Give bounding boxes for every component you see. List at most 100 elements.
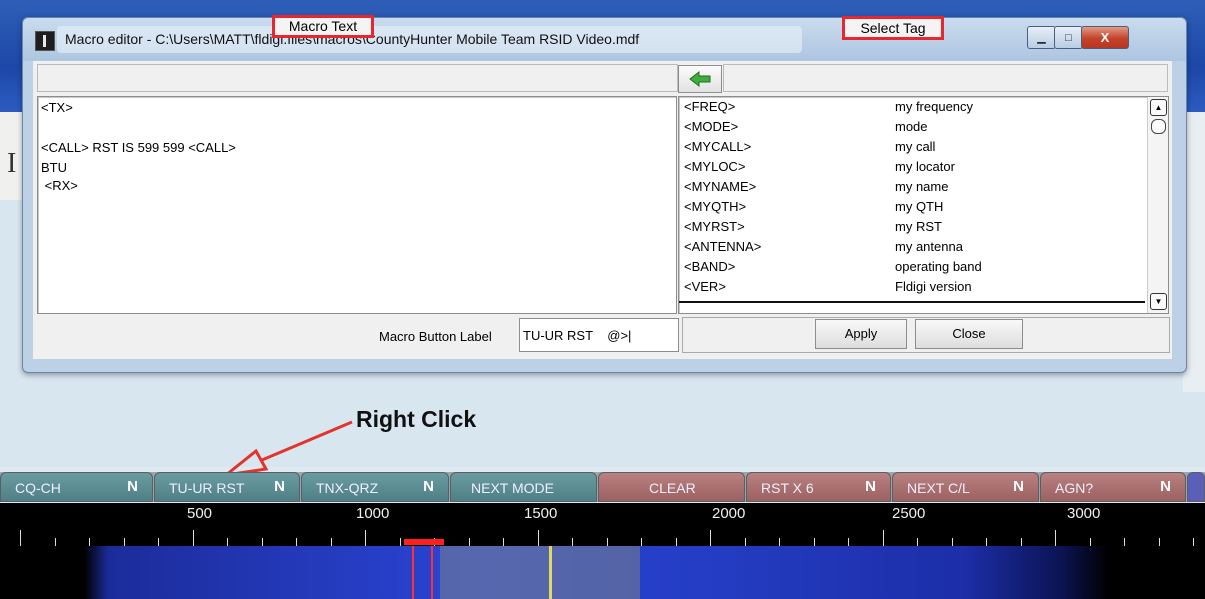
macro-text-area[interactable]: <TX> <CALL> RST IS 599 599 <CALL> BTU <R… [37, 96, 677, 314]
tag-code: <MYNAME> [684, 179, 757, 194]
tag-list-item[interactable]: <ANTENNA> my antenna [679, 237, 1142, 257]
freq-label: 1000 [356, 505, 390, 522]
tag-list-item[interactable]: <MODE> mode [679, 117, 1142, 137]
scale-tick [158, 538, 159, 546]
tag-list-item[interactable]: <MYQTH> my QTH [679, 197, 1142, 217]
tag-code: <MODE> [684, 119, 739, 134]
scroll-thumb[interactable] [1151, 119, 1166, 134]
apply-button[interactable]: Apply [815, 319, 907, 349]
frequency-scale: 500 1000 1500 2000 2500 3000 [0, 503, 1205, 546]
tag-list-item[interactable]: <VER> Fldigi version [679, 277, 1142, 297]
macro-button-clear[interactable]: CLEAR [598, 472, 745, 502]
tag-description: my antenna [895, 239, 963, 254]
scale-tick [55, 538, 56, 546]
right-click-annotation: Right Click [356, 406, 477, 432]
macro-text-line: <TX> [41, 100, 73, 115]
scale-tick [365, 530, 366, 546]
scale-tick [607, 538, 608, 546]
green-left-arrow-icon [689, 71, 711, 87]
select-tag-header [723, 64, 1168, 92]
scale-tick [1159, 538, 1160, 546]
scroll-down-icon[interactable]: ▼ [1150, 293, 1167, 310]
tag-list-item[interactable]: <MYRST> my RST [679, 217, 1142, 237]
tag-description: my call [895, 139, 936, 154]
macro-button-next-cl[interactable]: NEXT C/L Ν [892, 472, 1039, 502]
macro-button-label-caption: Macro Button Label [379, 329, 492, 344]
maximize-button[interactable]: □ [1054, 26, 1083, 49]
tag-list-divider [679, 301, 1145, 303]
macro-button-label: RST X 6 [761, 480, 814, 496]
macro-button-cq-ch[interactable]: CQ-CH Ν [0, 472, 153, 502]
tag-list-item[interactable]: <MYLOC> my locator [679, 157, 1142, 177]
freq-label: 2500 [892, 505, 926, 522]
tag-description: my RST [895, 219, 942, 234]
tag-description: Fldigi version [895, 279, 972, 294]
macro-button-agn[interactable]: AGN? Ν [1040, 472, 1186, 502]
macro-button-tnx-qrz[interactable]: TNX-QRZ Ν [301, 472, 449, 502]
waterfall-graphic [0, 546, 1205, 599]
macro-button-partial[interactable] [1187, 472, 1205, 502]
macro-text-title: Macro Text [272, 15, 374, 38]
scale-tick [883, 530, 884, 546]
tag-description: mode [895, 119, 928, 134]
tag-list-scrollbar[interactable]: ▲ ▼ [1147, 97, 1168, 313]
tag-description: my frequency [895, 99, 974, 114]
receive-marker [404, 539, 444, 545]
macro-button-label: CLEAR [649, 480, 696, 496]
macro-button-label-input[interactable]: TU-UR RST @>| [519, 318, 679, 352]
scale-tick [1055, 530, 1056, 546]
waterfall-display[interactable] [0, 546, 1205, 599]
scale-tick [538, 530, 539, 546]
tag-description: my locator [895, 159, 955, 174]
tag-code: <MYRST> [684, 219, 745, 234]
scale-tick [1090, 538, 1091, 546]
scale-tick [124, 538, 125, 546]
scroll-up-icon[interactable]: ▲ [1150, 99, 1167, 116]
tag-description: my name [895, 179, 949, 194]
tag-list-item[interactable]: <MYNAME> my name [679, 177, 1142, 197]
macro-button-tu-ur-rst[interactable]: TU-UR RST Ν [154, 472, 300, 502]
scale-tick [779, 538, 780, 546]
close-button[interactable]: Close [915, 319, 1023, 349]
macro-button-label: NEXT C/L [907, 480, 970, 496]
tag-code: <FREQ> [684, 99, 736, 114]
freq-label: 3000 [1067, 505, 1101, 522]
scale-tick [710, 530, 711, 546]
macro-button-label: TU-UR RST [169, 480, 245, 496]
tag-list-item[interactable]: <FREQ> my frequency [679, 97, 1142, 117]
tag-code: <MYQTH> [684, 199, 747, 214]
scale-tick [814, 538, 815, 546]
scale-tick [1124, 538, 1125, 546]
tag-code: <MYCALL> [684, 139, 752, 154]
scale-tick [227, 538, 228, 546]
macro-indicator-icon: Ν [127, 478, 138, 495]
close-window-button[interactable]: X [1081, 26, 1129, 49]
macro-button-next-mode[interactable]: NEXT MODE [450, 472, 597, 502]
macro-button-label: AGN? [1055, 480, 1094, 496]
macro-indicator-icon: Ν [274, 478, 285, 495]
macro-text-line: <CALL> RST IS 599 599 <CALL> [41, 140, 236, 155]
tag-description: my QTH [895, 199, 944, 214]
macro-button-label: NEXT MODE [471, 480, 554, 496]
insert-tag-button[interactable] [678, 65, 722, 93]
editor-client-area: <TX> <CALL> RST IS 599 599 <CALL> BTU <R… [33, 61, 1172, 359]
macro-button-label: TNX-QRZ [316, 480, 379, 496]
scale-tick [400, 538, 401, 546]
macro-button-rst-x-6[interactable]: RST X 6 Ν [746, 472, 891, 502]
minimize-button[interactable]: ▁ [1027, 26, 1056, 49]
scale-tick [296, 538, 297, 546]
scale-tick [1193, 538, 1194, 546]
scale-tick [848, 538, 849, 546]
tag-list[interactable]: <FREQ> my frequency <MODE> mode <MYCALL> my… [678, 96, 1169, 314]
macro-editor-window: Macro editor - C:\Users\MATT\fldigi.file… [22, 17, 1187, 373]
scale-tick [641, 538, 642, 546]
fldigi-app-icon [35, 31, 55, 51]
macro-indicator-icon: Ν [1013, 478, 1024, 495]
tag-list-item[interactable]: <BAND> operating band [679, 257, 1142, 277]
title-bar[interactable]: Macro editor - C:\Users\MATT\fldigi.file… [23, 18, 1186, 61]
macro-text-header [37, 64, 678, 92]
scale-tick [262, 538, 263, 546]
tag-list-item[interactable]: <MYCALL> my call [679, 137, 1142, 157]
tag-description: operating band [895, 259, 982, 274]
text-cursor-icon: I [7, 148, 17, 179]
